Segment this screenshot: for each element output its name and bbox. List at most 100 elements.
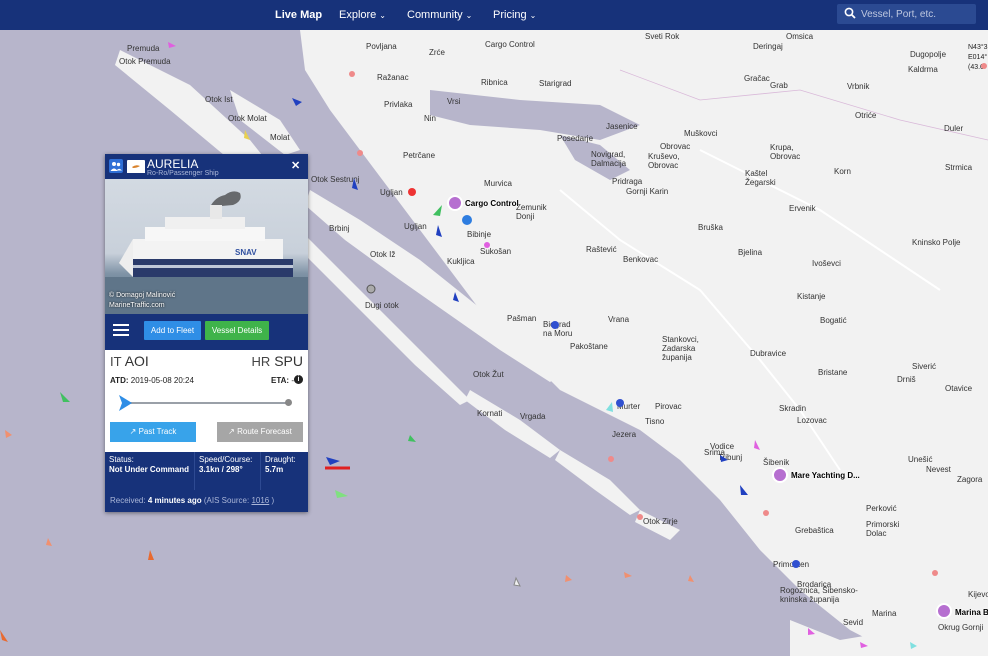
vessel-marker[interactable] [688,575,694,582]
destination-dot [285,399,292,406]
port-marker[interactable] [932,570,938,576]
vessel-marker[interactable] [808,628,815,635]
info-icon[interactable]: i [294,375,303,384]
received-value: 4 minutes ago [147,496,202,505]
vessel-marker[interactable] [5,430,12,438]
port-marker[interactable] [408,188,416,196]
vessel-marker[interactable] [408,435,416,442]
departure-country: IT [110,354,122,369]
nav-live-map[interactable]: Live Map [275,0,322,30]
top-nav: Live Map Explore ⌄ Community ⌄ Pricing ⌄ [0,0,988,30]
track-icon: ↗ [129,427,137,436]
status-value: Not Under Command [109,465,190,475]
departure-port[interactable]: IT AOI [110,353,149,369]
chevron-down-icon: ⌄ [529,11,537,20]
speed-stat: Speed/Course: 3.1kn / 298° [195,452,261,490]
vessel-marker[interactable] [60,392,70,402]
arrival-country: HR [251,354,271,369]
vessel-marker[interactable] [484,242,490,248]
vessel-marker[interactable] [606,402,613,412]
atd-label: ATD: [110,376,129,385]
close-icon[interactable]: ✕ [291,159,300,172]
vessel-marker[interactable] [462,215,472,225]
vessel-marker[interactable] [46,538,52,546]
nav-pricing[interactable]: Pricing ⌄ [493,0,536,30]
chevron-down-icon: ⌄ [379,11,386,20]
vessel-marker[interactable] [792,560,800,568]
status-prefix: Not [109,465,123,474]
users-icon[interactable] [109,159,123,173]
vessel-marker[interactable] [910,642,917,649]
past-track-label: Past Track [138,427,177,436]
route-forecast-label: Route Forecast [237,427,292,436]
eta-label: ETA: [271,376,290,385]
port-cluster-marker[interactable] [772,467,788,483]
arrival-port[interactable]: HR SPU [252,353,303,369]
vessel-marker[interactable] [148,550,154,560]
vessel-marker[interactable] [352,178,358,190]
vessel-marker[interactable] [433,205,442,216]
arrival-port-code: SPU [274,353,303,369]
received-label: Received: [110,496,146,505]
vessel-marker[interactable] [436,225,442,237]
port-marker[interactable] [763,510,769,516]
vessel-marker[interactable] [860,642,868,648]
voyage-progress-bar [125,402,289,404]
status-label: Status: [109,455,134,464]
past-track-button[interactable]: ↗ Past Track [110,422,196,442]
photo-credit: © Domagoj Malinović MarineTraffic.com [109,291,175,311]
route-forecast-button[interactable]: ↗ Route Forecast [217,422,303,442]
status-stat: Status: Not Under Command [105,452,195,490]
add-to-fleet-button[interactable]: Add to Fleet [144,321,201,340]
photo-credit-site: MarineTraffic.com [109,302,165,309]
vessel-marker[interactable] [551,321,559,329]
route-ports: IT AOI HR SPU [110,353,303,371]
vessel-marker[interactable] [453,292,459,302]
vessel-marker[interactable] [565,575,572,582]
port-marker[interactable] [349,71,355,77]
port-marker[interactable] [637,514,643,520]
vessel-marker[interactable] [513,576,521,587]
vessel-name: AURELIA [147,157,199,171]
vessel-photo[interactable]: SNAV © Domagoj Malinović MarineTraffic.c… [105,179,308,314]
status-main: Under Command [124,465,190,474]
draught-label: Draught: [265,455,296,464]
vessel-marker[interactable] [754,440,760,450]
nav-explore[interactable]: Explore ⌄ [339,0,386,30]
vessel-type: Ro-Ro/Passenger Ship [147,170,219,177]
port-marker[interactable] [981,63,987,69]
vessel-details-button[interactable]: Vessel Details [205,321,269,340]
departure-port-code: AOI [124,353,149,369]
vessel-marker[interactable] [740,485,748,495]
vessel-marker[interactable] [624,572,632,578]
port-marker[interactable] [608,456,614,462]
vessel-marker[interactable] [335,490,348,498]
ais-label: (AIS Source: [203,496,250,505]
nav-explore-label: Explore [339,9,377,21]
vessel-marker[interactable] [720,455,728,462]
vessel-marker[interactable] [0,630,8,642]
ais-close: ) [271,496,275,505]
vessel-marker[interactable] [616,399,624,407]
vessel-stats: Status: Not Under Command Speed/Course: … [105,452,308,490]
speed-value: 3.1kn / 298° [199,465,243,474]
nav-community-label: Community [407,9,463,21]
vessel-marker[interactable] [292,98,302,106]
vessel-marker[interactable] [168,42,176,48]
port-marker[interactable] [357,150,363,156]
search-input[interactable] [861,4,971,24]
menu-icon[interactable] [113,324,129,338]
atd: ATD: 2019-05-08 20:24 [110,376,194,385]
vessel-marker[interactable] [244,130,250,140]
panel-toolbar: Add to Fleet Vessel Details [105,314,308,350]
received-info: Received: 4 minutes ago (AIS Source: 101… [105,490,308,512]
chevron-down-icon: ⌄ [465,11,473,20]
port-marker[interactable] [366,284,376,294]
port-cluster-marker[interactable] [936,603,952,619]
photo-credit-author: © Domagoj Malinović [109,292,176,299]
vessel-marker[interactable] [326,457,340,465]
port-cluster-marker[interactable] [447,195,463,211]
nav-community[interactable]: Community ⌄ [407,0,472,30]
search-box[interactable] [837,4,976,24]
ais-source-link[interactable]: 1016 [251,496,269,505]
